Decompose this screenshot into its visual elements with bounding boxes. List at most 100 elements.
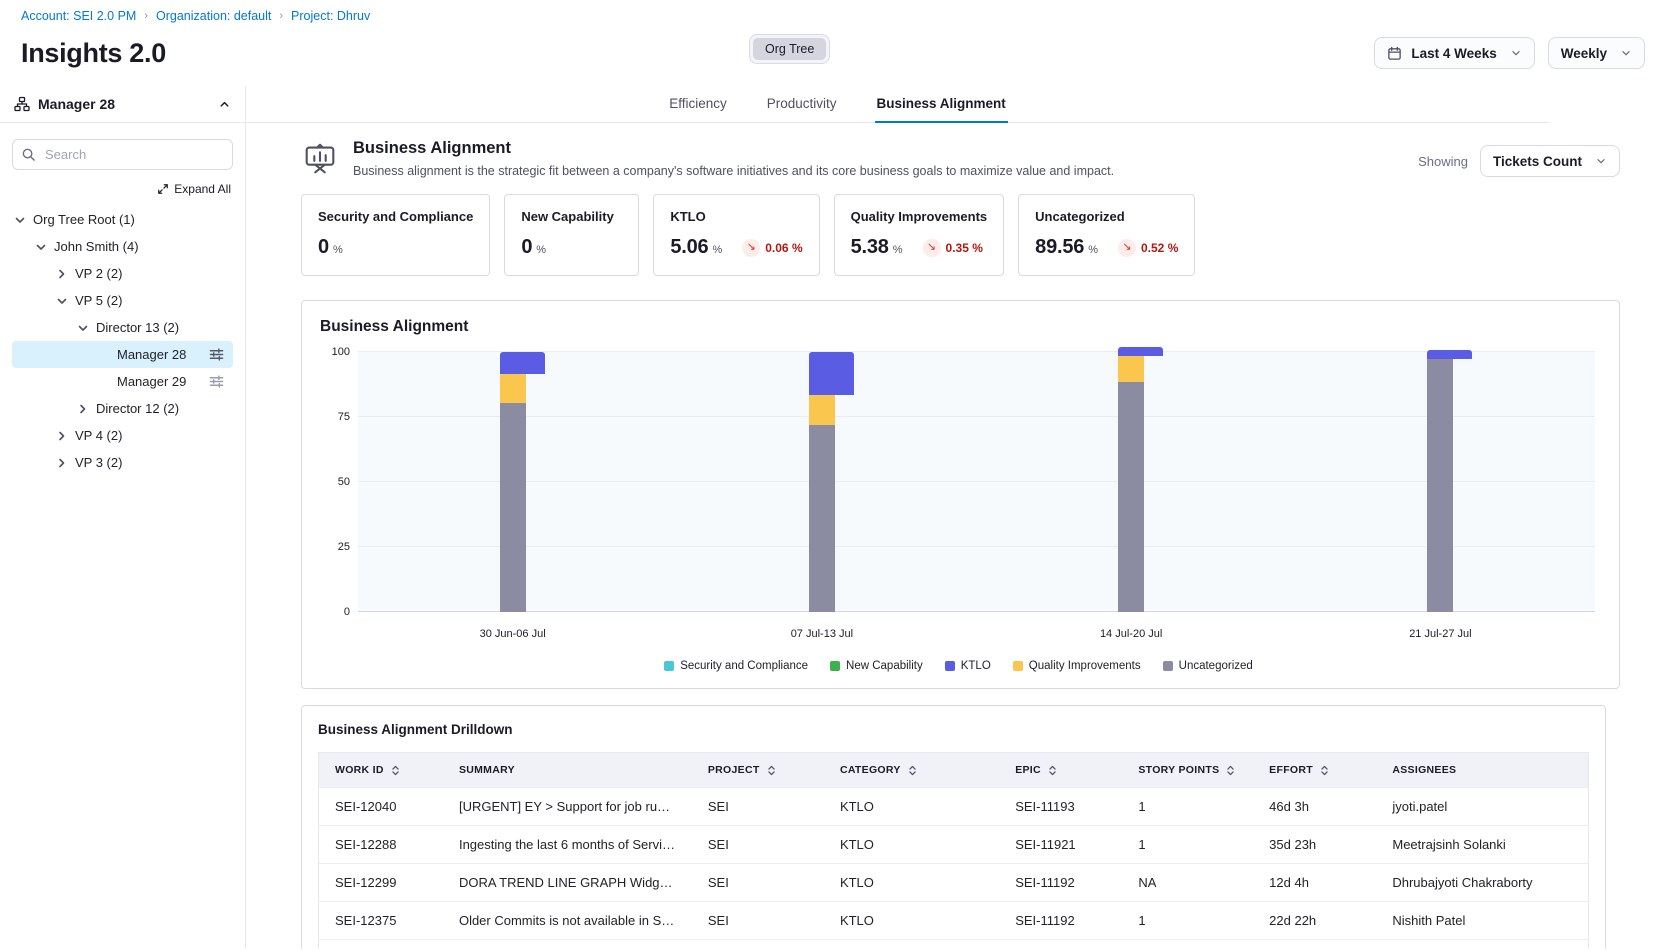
- breadcrumb-link[interactable]: Project: Dhruv: [291, 9, 370, 23]
- tree-node-vp-5-2-[interactable]: VP 5 (2): [12, 287, 233, 314]
- x-tick-label: 14 Jul-20 Jul: [1100, 628, 1162, 640]
- filter-sliders-icon[interactable]: [209, 347, 224, 362]
- legend-item-new-capability[interactable]: New Capability: [830, 660, 923, 672]
- table-row[interactable]: SEI-12040[URGENT] EY > Support for job r…: [319, 788, 1589, 826]
- tree-node-director-13-2-[interactable]: Director 13 (2): [12, 314, 233, 341]
- tree-node-vp-2-2-[interactable]: VP 2 (2): [12, 260, 233, 287]
- sort-icon[interactable]: [1319, 765, 1330, 776]
- chevron-right-icon[interactable]: [76, 402, 96, 416]
- legend-item-ktlo[interactable]: KTLO: [945, 660, 991, 672]
- chevron-down-icon[interactable]: [34, 240, 54, 254]
- bar-30-jun-06-jul[interactable]: [500, 352, 526, 612]
- stat-card-delta: ↘0.06 %: [742, 239, 802, 257]
- column-header-inner: STORY POINTS: [1138, 764, 1237, 776]
- table-row[interactable]: SEI-12288Ingesting the last 6 months of …: [319, 826, 1589, 864]
- tree-node-org-tree-root-1-[interactable]: Org Tree Root (1): [12, 206, 233, 233]
- legend-item-security-and-compliance[interactable]: Security and Compliance: [664, 660, 808, 672]
- chart-x-axis-labels: 30 Jun-06 Jul07 Jul-13 Jul14 Jul-20 Jul2…: [358, 628, 1595, 644]
- table-row[interactable]: SEI-12299DORA TREND LINE GRAPH Widgets i…: [319, 864, 1589, 902]
- cell-category: KTLO: [824, 788, 999, 826]
- tab-bar: Efficiency Productivity Business Alignment: [246, 86, 1549, 123]
- tab-productivity[interactable]: Productivity: [765, 86, 839, 123]
- stat-card-value: 0: [521, 236, 532, 259]
- table-row[interactable]: SEI-12395EY > Verify if ingestion is wor…: [319, 940, 1589, 950]
- sort-icon[interactable]: [907, 765, 918, 776]
- column-header-category[interactable]: CATEGORY: [824, 753, 999, 788]
- tree-node-manager-28[interactable]: Manager 28: [12, 341, 233, 368]
- bar-21-jul-27-jul[interactable]: [1427, 350, 1453, 613]
- chevron-right-icon[interactable]: [55, 429, 75, 443]
- cell-story-points: 1: [1122, 826, 1253, 864]
- sort-icon[interactable]: [390, 765, 401, 776]
- chevron-right-icon[interactable]: [55, 267, 75, 281]
- column-header-project[interactable]: PROJECT: [692, 753, 824, 788]
- tree-node-label: Director 13 (2): [96, 320, 179, 335]
- showing-label: Showing: [1418, 154, 1468, 169]
- business-alignment-chart-card: Business Alignment 0255075100 30 Jun-06 …: [301, 300, 1620, 689]
- breadcrumb-link[interactable]: Account: SEI 2.0 PM: [21, 9, 136, 23]
- tree-node-label: VP 4 (2): [75, 428, 122, 443]
- sidebar-collapse-button[interactable]: [218, 98, 231, 111]
- tree-node-vp-3-2-[interactable]: VP 3 (2): [12, 449, 233, 476]
- cell-category: KTLO: [824, 864, 999, 902]
- search-input[interactable]: [12, 139, 233, 170]
- legend-item-quality-improvements[interactable]: Quality Improvements: [1013, 660, 1141, 672]
- column-header-assignees: ASSIGNEES: [1376, 753, 1588, 788]
- bar-segment-ktlo: [809, 352, 854, 395]
- cell-story-points: 1: [1122, 788, 1253, 826]
- column-header-label: EFFORT: [1269, 764, 1313, 776]
- legend-label: Uncategorized: [1179, 660, 1253, 672]
- tree-node-label: VP 5 (2): [75, 293, 122, 308]
- sort-icon[interactable]: [1225, 765, 1236, 776]
- cell-project: SEI: [692, 940, 824, 950]
- column-header-effort[interactable]: EFFORT: [1253, 753, 1376, 788]
- cell-work-id: SEI-12375: [319, 902, 443, 940]
- column-header-summary: SUMMARY: [443, 753, 692, 788]
- stat-card-value-row: 89.56%↘0.52 %: [1035, 236, 1178, 259]
- bar-07-jul-13-jul[interactable]: [809, 352, 835, 612]
- sort-icon[interactable]: [1047, 765, 1058, 776]
- chevron-right-icon[interactable]: [55, 456, 75, 470]
- column-header-inner: PROJECT: [708, 764, 808, 776]
- column-header-story-points[interactable]: STORY POINTS: [1122, 753, 1253, 788]
- tree-node-manager-29[interactable]: Manager 29: [12, 368, 233, 395]
- tree-node-label: VP 3 (2): [75, 455, 122, 470]
- cell-assignees: Nishith Patel: [1376, 902, 1588, 940]
- cell-epic: SEI-11921: [999, 826, 1122, 864]
- breadcrumb-separator-icon: ›: [279, 10, 283, 22]
- column-header-label: EPIC: [1015, 764, 1041, 776]
- showing-dropdown[interactable]: Tickets Count: [1480, 145, 1620, 177]
- org-tree-toggle[interactable]: Org Tree: [749, 34, 830, 64]
- gridline-50: [358, 481, 1595, 482]
- org-tree-toggle-label[interactable]: Org Tree: [753, 38, 826, 60]
- tree-node-vp-4-2-[interactable]: VP 4 (2): [12, 422, 233, 449]
- granularity-dropdown[interactable]: Weekly: [1548, 37, 1645, 69]
- chevron-down-icon[interactable]: [76, 321, 96, 335]
- column-header-label: CATEGORY: [840, 764, 901, 776]
- table-row[interactable]: SEI-12375Older Commits is not available …: [319, 902, 1589, 940]
- sort-icon[interactable]: [766, 765, 777, 776]
- chevron-down-icon: [1510, 47, 1522, 59]
- cell-effort: 35d 23h: [1253, 826, 1376, 864]
- column-header-work-id[interactable]: WORK ID: [319, 753, 443, 788]
- filter-sliders-icon[interactable]: [209, 374, 224, 389]
- stat-card-ktlo: KTLO5.06%↘0.06 %: [653, 194, 819, 276]
- stat-cards-row: Security and Compliance0%New Capability0…: [301, 194, 1620, 276]
- legend-label: Security and Compliance: [680, 660, 808, 672]
- tab-efficiency[interactable]: Efficiency: [667, 86, 729, 123]
- bar-segment-quality-improvements: [809, 395, 835, 425]
- expand-all-label[interactable]: Expand All: [174, 182, 231, 196]
- chevron-down-icon[interactable]: [55, 294, 75, 308]
- tree-node-john-smith-4-[interactable]: John Smith (4): [12, 233, 233, 260]
- date-range-dropdown[interactable]: Last 4 Weeks: [1374, 37, 1534, 69]
- expand-all-button[interactable]: Expand All: [0, 182, 231, 196]
- column-header-epic[interactable]: EPIC: [999, 753, 1122, 788]
- chevron-down-icon[interactable]: [13, 213, 33, 227]
- tree-node-director-12-2-[interactable]: Director 12 (2): [12, 395, 233, 422]
- bar-14-jul-20-jul[interactable]: [1118, 347, 1144, 612]
- legend-item-uncategorized[interactable]: Uncategorized: [1163, 660, 1253, 672]
- bar-segment-uncategorized: [809, 425, 835, 612]
- breadcrumb-link[interactable]: Organization: default: [156, 9, 271, 23]
- tab-business-alignment[interactable]: Business Alignment: [875, 86, 1008, 123]
- stat-card-value: 89.56: [1035, 236, 1084, 259]
